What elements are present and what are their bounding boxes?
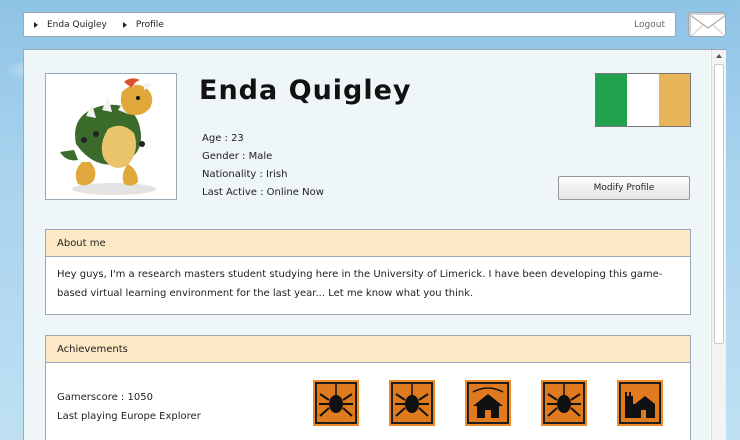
achievement-badge[interactable] [389,380,435,426]
modify-profile-button[interactable]: Modify Profile [558,176,690,200]
nationality-text: Nationality : Irish [202,169,288,180]
top-nav-bar: Enda Quigley Profile Logout [23,12,676,37]
breadcrumb-profile-label: Profile [135,19,164,30]
arrow-right-icon [34,21,38,28]
achievement-badge[interactable] [313,380,359,426]
profile-name: Enda Quigley [199,75,412,106]
profile-info: Age : 23 Gender : Male Nationality : Iri… [202,130,324,202]
achievements-heading: Achievements [46,336,690,363]
avatar [45,73,177,200]
gender-text: Gender : Male [202,151,273,162]
logout-link[interactable]: Logout [634,20,665,30]
breadcrumb-user[interactable]: Enda Quigley [34,20,107,30]
spider-icon [317,384,355,422]
achievements-card: Achievements Gamerscore : 1050 Last play… [45,335,691,440]
about-me-heading: About me [46,230,690,257]
flag-stripe-green [596,74,628,126]
about-me-card: About me Hey guys, I'm a research master… [45,229,691,315]
house-icon [469,384,507,422]
scrollbar-thumb[interactable] [714,64,724,344]
arrow-right-icon [122,21,127,28]
flag-stripe-orange [658,74,690,126]
profile-panel: Enda Quigley Age : 23 Gender : Male Nati… [23,49,726,440]
scroll-up-arrow-icon[interactable] [716,54,722,58]
spider-icon [545,384,583,422]
flag-stripe-white [627,74,659,126]
mail-button[interactable] [688,12,726,37]
achievement-stats: Gamerscore : 1050 Last playing Europe Ex… [57,388,201,426]
achievement-badge[interactable] [617,380,663,426]
achievement-badge[interactable] [465,380,511,426]
bowser-character-icon [60,78,156,195]
envelope-icon [689,13,725,36]
profile-content: Enda Quigley Age : 23 Gender : Male Nati… [24,50,710,440]
achievement-badge[interactable] [541,380,587,426]
breadcrumb-user-label: Enda Quigley [47,19,107,30]
age-text: Age : 23 [202,133,244,144]
nationality-flag [595,73,691,127]
castle-icon [621,384,659,422]
about-me-text: Hey guys, I'm a research masters student… [57,269,663,299]
spider-icon [393,384,431,422]
vertical-scrollbar[interactable] [711,50,726,440]
gamerscore-text: Gamerscore : 1050 [57,392,153,403]
breadcrumb-profile[interactable]: Profile [122,19,164,30]
last-active-text: Last Active : Online Now [202,187,324,198]
last-playing-text: Last playing Europe Explorer [57,411,201,422]
